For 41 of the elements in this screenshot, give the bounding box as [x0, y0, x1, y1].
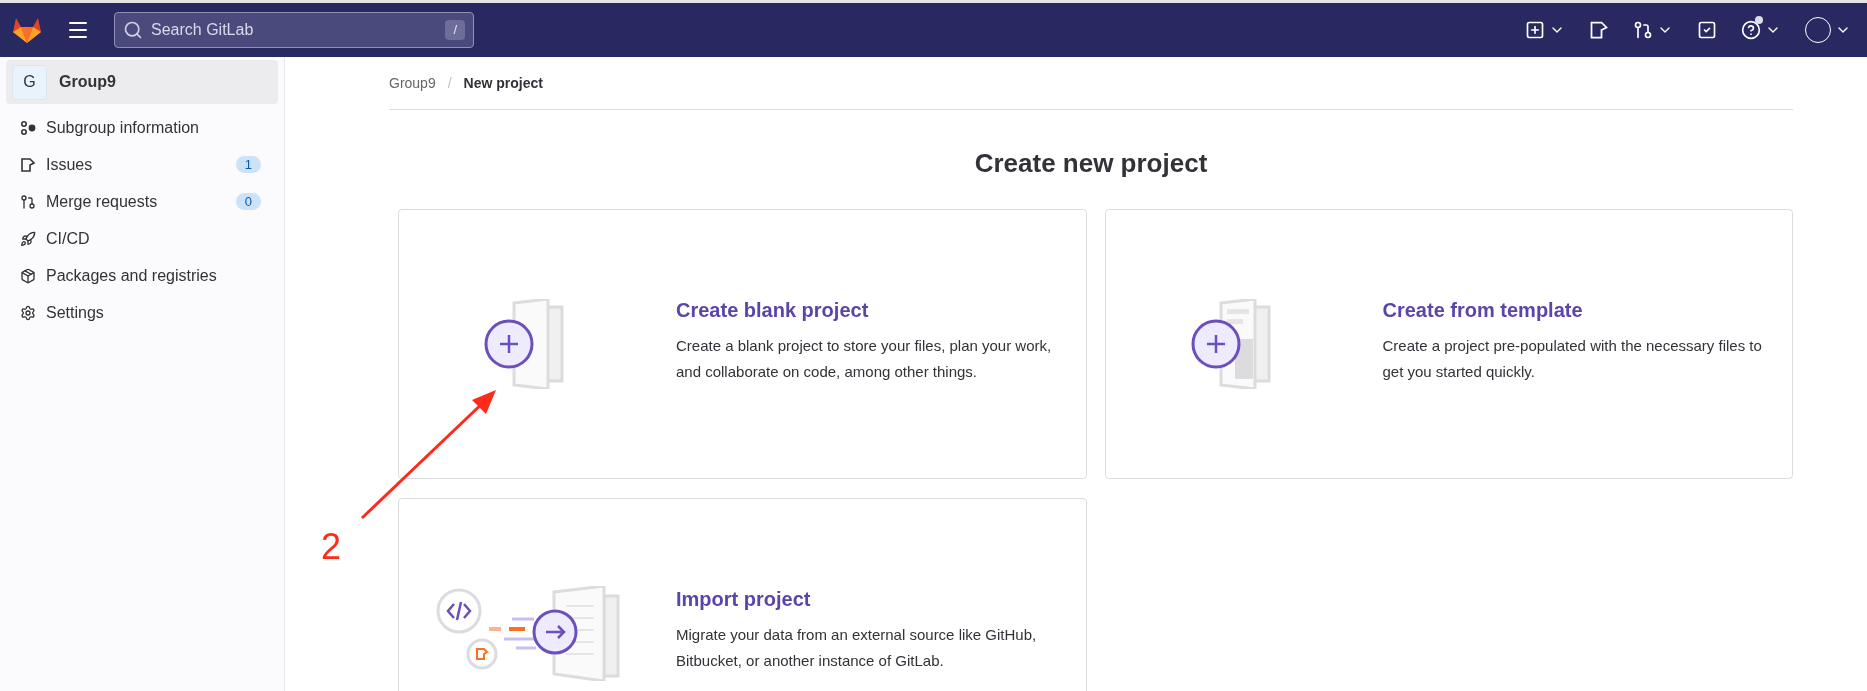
card-title: Create from template [1382, 298, 1584, 323]
annotation-number: 2 [321, 525, 342, 569]
shortcut-key: / [445, 20, 465, 40]
sidebar-item[interactable]: Issues 1 [6, 146, 278, 183]
group-name: Group9 [59, 72, 116, 92]
card-description: Create a project pre-populated with the necessary files to get you started quickly. [1382, 336, 1763, 382]
sidebar-item[interactable]: Settings [6, 294, 278, 331]
rocket-icon [20, 230, 36, 247]
search-icon [123, 20, 143, 40]
sidebar-item[interactable]: Subgroup information [6, 109, 278, 146]
sidebar-item[interactable]: CI/CD [6, 220, 278, 257]
breadcrumb-separator: / [447, 73, 452, 93]
project-option-card[interactable]: Import project Migrate your data from an external source like GitHub, Bitbucket, or another instance of GitLab. [398, 498, 1087, 691]
issues-icon[interactable] [1589, 20, 1609, 40]
search-field[interactable]: Search GitLab / [114, 12, 474, 48]
settings-icon [20, 304, 36, 321]
todo-icon[interactable] [1697, 20, 1717, 40]
page-title: Create new project [973, 147, 1209, 180]
issues-icon [20, 156, 36, 173]
search-input[interactable]: Search GitLab [151, 18, 438, 42]
card-description: Create a blank project to store your files, plan your work, and collaborate on code, among other things. [676, 336, 1053, 382]
package-icon [20, 267, 36, 284]
group-avatar: G [12, 64, 47, 100]
card-title: Create blank project [676, 298, 870, 323]
sidebar-item[interactable]: Merge requests 0 [6, 183, 278, 220]
sidebar-item[interactable]: Packages and registries [6, 257, 278, 294]
count-badge: 0 [235, 193, 261, 210]
project-option-card[interactable]: Create blank project Create a blank project to store your files, plan your work, and collaborate on code, among other things. [398, 209, 1087, 479]
project-option-card[interactable]: Create from template Create a project pre-populated with the necessary files to get you started quickly. [1104, 209, 1793, 479]
card-title: Import project [676, 587, 812, 612]
card-description: Migrate your data from an external source like GitHub, Bitbucket, or another instance of GitLab. [676, 625, 1038, 671]
group-header[interactable]: G Group9 [6, 60, 278, 104]
breadcrumb-link[interactable]: New project [463, 72, 543, 94]
breadcrumb-link[interactable]: Group9 [389, 72, 436, 94]
help-icon [1741, 20, 1761, 40]
merge-request-icon [20, 193, 36, 210]
merge-request-icon [1633, 20, 1653, 40]
fox-logo-icon[interactable] [12, 16, 42, 44]
plus-square-icon [1525, 20, 1545, 40]
group-dots-icon [20, 119, 36, 136]
count-badge: 1 [235, 156, 261, 173]
